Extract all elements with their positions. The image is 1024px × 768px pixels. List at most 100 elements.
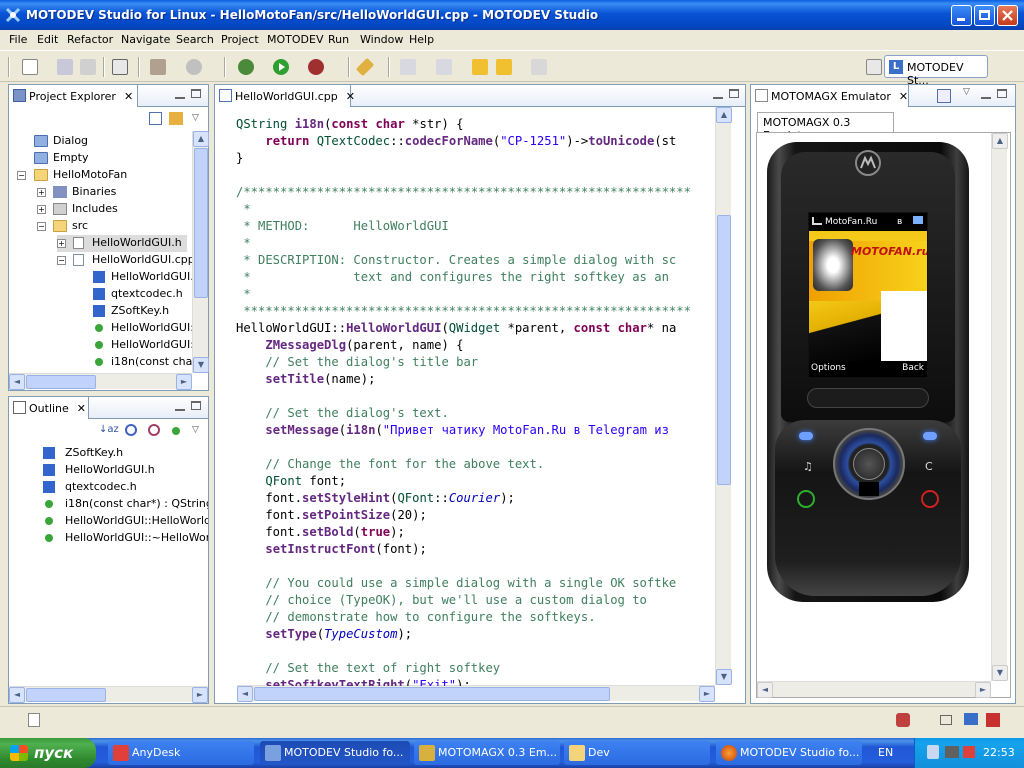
minimize-button[interactable] — [951, 5, 972, 26]
taskbar-item-motomagx[interactable]: MOTOMAGX 0.3 Em... — [414, 741, 560, 765]
link-editor-icon[interactable] — [169, 112, 183, 125]
code-line[interactable]: setInstructFont(font); — [236, 541, 716, 558]
pin-icon[interactable] — [355, 57, 375, 77]
maximize-view-icon[interactable] — [729, 89, 739, 98]
code-line[interactable]: // You could use a simple dialog with a … — [236, 575, 716, 592]
clear-key-icon[interactable]: C — [925, 460, 933, 473]
code-line[interactable]: font.setStyleHint(QFont::Courier); — [236, 490, 716, 507]
editor-vertical-scrollbar[interactable]: ▲ ▼ — [715, 107, 732, 685]
code-line[interactable]: // Set the dialog's title bar — [236, 354, 716, 371]
code-line[interactable] — [236, 439, 716, 456]
scroll-right-button[interactable]: ► — [699, 686, 715, 702]
code-line[interactable]: ****************************************… — [236, 303, 716, 320]
select-button[interactable] — [853, 448, 885, 480]
maximize-view-icon[interactable] — [997, 89, 1007, 98]
menu-key-icon[interactable]: ♫ — [803, 460, 813, 473]
code-line[interactable]: return QTextCodec::codecForName("CP-1251… — [236, 133, 716, 150]
taskbar-item-motodev-2[interactable]: MOTODEV Studio fo... — [716, 741, 862, 765]
collapse-icon[interactable]: − — [17, 171, 26, 180]
start-button[interactable]: пуск — [0, 738, 96, 768]
fast-view-icon[interactable] — [28, 713, 40, 727]
close-icon[interactable]: ✕ — [77, 402, 86, 415]
close-icon[interactable]: ✕ — [346, 90, 355, 103]
tab-helloworldgui-cpp[interactable]: HelloWorldGUI.cpp ✕ — [215, 85, 355, 107]
left-soft-button[interactable] — [799, 432, 813, 440]
perspective-motodev[interactable]: L MOTODEV St... — [884, 55, 988, 87]
language-indicator[interactable]: EN — [878, 746, 893, 759]
code-line[interactable]: // demonstrate how to configure the soft… — [236, 609, 716, 626]
monitor-tray-icon[interactable] — [945, 746, 959, 758]
close-icon[interactable]: ✕ — [124, 90, 133, 103]
scroll-up-button[interactable]: ▲ — [992, 133, 1008, 149]
editor-horizontal-scrollbar[interactable]: ◄ ► — [237, 685, 715, 702]
menu-file[interactable]: File — [9, 33, 27, 46]
minimize-view-icon[interactable] — [175, 401, 185, 411]
save-icon[interactable] — [57, 59, 73, 75]
view-menu-icon[interactable]: ▽ — [963, 87, 970, 97]
menu-project[interactable]: Project — [221, 33, 259, 46]
settings-icon[interactable] — [186, 59, 202, 75]
menu-navigate[interactable]: Navigate — [121, 33, 170, 46]
code-line[interactable]: QString i18n(const char *str) { — [236, 116, 716, 133]
menu-refactor[interactable]: Refactor — [67, 33, 113, 46]
right-softkey-label[interactable]: Back — [902, 363, 924, 373]
code-line[interactable]: setMessage(i18n("Привет чатику MotoFan.R… — [236, 422, 716, 439]
menu-window[interactable]: Window — [360, 33, 403, 46]
code-line[interactable]: * METHOD: HelloWorldGUI — [236, 218, 716, 235]
binary-icon[interactable] — [112, 59, 128, 75]
prev-annotation-icon[interactable] — [436, 59, 452, 75]
emulator-toolbar-icon[interactable] — [937, 89, 951, 103]
hide-nonpublic-icon[interactable] — [172, 427, 180, 435]
expand-icon[interactable]: + — [57, 239, 66, 248]
external-tools-icon[interactable] — [308, 59, 324, 75]
progress-icon[interactable] — [896, 713, 910, 727]
scroll-thumb[interactable] — [254, 687, 610, 701]
end-call-button-icon[interactable] — [921, 490, 939, 508]
collapse-all-icon[interactable] — [149, 112, 162, 125]
title-bar[interactable]: MOTODEV Studio for Linux - HelloMotoFan/… — [0, 0, 1024, 30]
run-icon[interactable] — [273, 59, 289, 75]
network-tray-icon[interactable] — [927, 745, 939, 759]
scroll-thumb[interactable] — [26, 688, 106, 702]
scroll-up-button[interactable]: ▲ — [716, 107, 732, 123]
expand-icon[interactable]: + — [37, 205, 46, 214]
emulator-horizontal-scrollbar[interactable]: ◄ ► — [757, 681, 991, 698]
code-line[interactable]: // Set the text of right softkey — [236, 660, 716, 677]
print-icon[interactable] — [80, 59, 96, 75]
scroll-down-button[interactable]: ▼ — [193, 357, 209, 373]
code-line[interactable]: font.setPointSize(20); — [236, 507, 716, 524]
back-icon[interactable] — [496, 59, 512, 75]
emulator-vertical-scrollbar[interactable]: ▲ ▼ — [991, 133, 1008, 681]
menu-search[interactable]: Search — [176, 33, 214, 46]
scroll-thumb[interactable] — [717, 215, 731, 485]
menu-motodev[interactable]: MOTODEV — [267, 33, 323, 46]
scroll-right-button[interactable]: ► — [192, 687, 208, 703]
forward-icon[interactable] — [531, 59, 547, 75]
debug-icon[interactable] — [238, 59, 254, 75]
code-line[interactable]: font.setBold(true); — [236, 524, 716, 541]
code-line[interactable]: HelloWorldGUI::HelloWorldGUI(QWidget *pa… — [236, 320, 716, 337]
maximize-view-icon[interactable] — [191, 89, 201, 98]
minimize-view-icon[interactable] — [175, 89, 185, 99]
view-menu-icon[interactable]: ▽ — [192, 113, 199, 123]
emulator-inner-tab[interactable]: MOTOMAGX 0.3 Emulator — [757, 112, 894, 142]
last-edit-icon[interactable] — [472, 59, 488, 75]
maximize-button[interactable] — [974, 5, 995, 26]
close-button[interactable] — [997, 5, 1018, 26]
code-line[interactable] — [236, 388, 716, 405]
tab-project-explorer[interactable]: Project Explorer ✕ — [9, 85, 138, 107]
code-line[interactable]: * — [236, 286, 716, 303]
window-layout-icon[interactable] — [940, 715, 952, 725]
view-menu-icon[interactable]: ▽ — [192, 425, 199, 435]
minimize-view-icon[interactable] — [713, 89, 723, 99]
next-annotation-icon[interactable] — [400, 59, 416, 75]
code-line[interactable]: // choice (TypeOK), but we'll use a cust… — [236, 592, 716, 609]
scroll-left-button[interactable]: ◄ — [9, 687, 25, 703]
code-line[interactable]: * text and configures the right softkey … — [236, 269, 716, 286]
code-line[interactable]: * DESCRIPTION: Constructor. Creates a si… — [236, 252, 716, 269]
scroll-left-button[interactable]: ◄ — [9, 374, 25, 390]
hide-static-icon[interactable] — [148, 424, 160, 436]
expand-icon[interactable]: + — [37, 188, 46, 197]
code-line[interactable]: } — [236, 150, 716, 167]
right-soft-button[interactable] — [923, 432, 937, 440]
